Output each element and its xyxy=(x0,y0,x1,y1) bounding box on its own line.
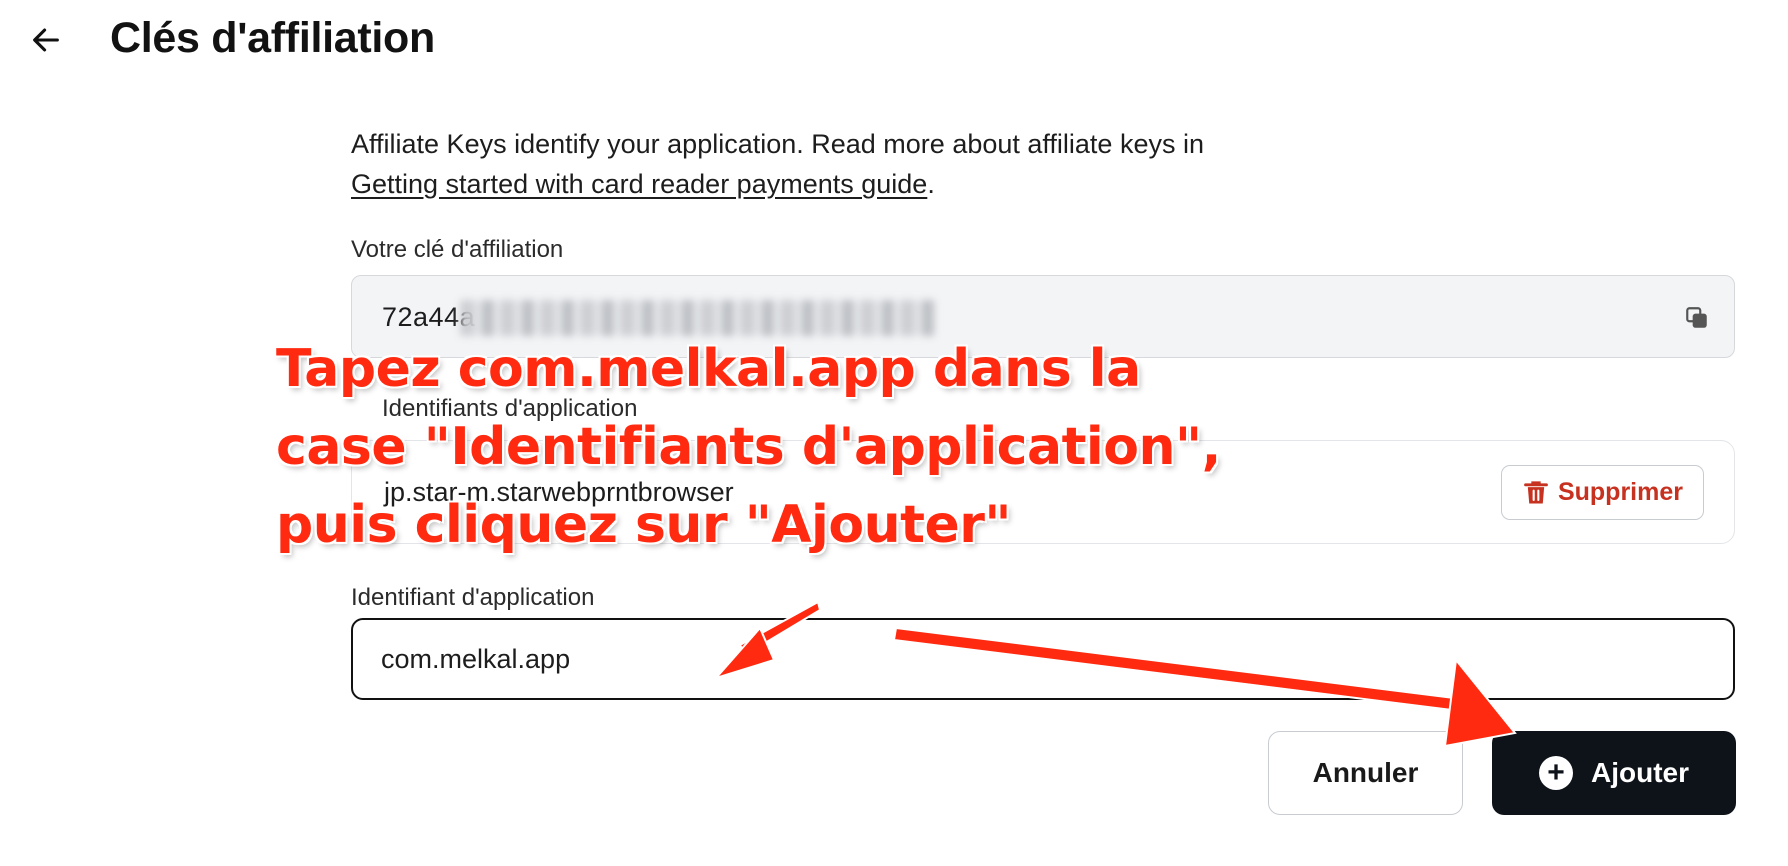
intro-text: Affiliate Keys identify your application… xyxy=(351,124,1204,204)
delete-label: Supprimer xyxy=(1557,478,1683,506)
page-title: Clés d'affiliation xyxy=(110,14,435,62)
delete-button[interactable]: Supprimer xyxy=(1500,465,1704,520)
intro-description: Affiliate Keys identify your application… xyxy=(351,129,1204,159)
arrow-left-icon xyxy=(33,28,59,52)
trash-icon xyxy=(1524,480,1548,503)
add-label: Ajouter xyxy=(1591,757,1689,788)
intro-suffix: . xyxy=(927,169,935,199)
add-button[interactable]: + Ajouter xyxy=(1492,731,1736,815)
copy-icon[interactable] xyxy=(1684,305,1710,331)
annotation-line-3: puis cliquez sur "Ajouter" xyxy=(276,495,1011,555)
cancel-button[interactable]: Annuler xyxy=(1268,731,1463,815)
back-button[interactable] xyxy=(26,20,66,60)
guide-link[interactable]: Getting started with card reader payment… xyxy=(351,169,927,199)
annotation-line-1: Tapez com.melkal.app dans la xyxy=(276,339,1141,399)
annotation-line-2: case "Identifiants d'application", xyxy=(276,417,1221,477)
affiliate-key-label: Votre clé d'affiliation xyxy=(351,236,564,263)
plus-circle-icon: + xyxy=(1539,756,1573,790)
instruction-annotation: Tapez com.melkal.app dans la case "Ident… xyxy=(276,330,1221,564)
new-app-id-label: Identifiant d'application xyxy=(351,584,595,611)
app-id-input[interactable] xyxy=(351,618,1735,700)
